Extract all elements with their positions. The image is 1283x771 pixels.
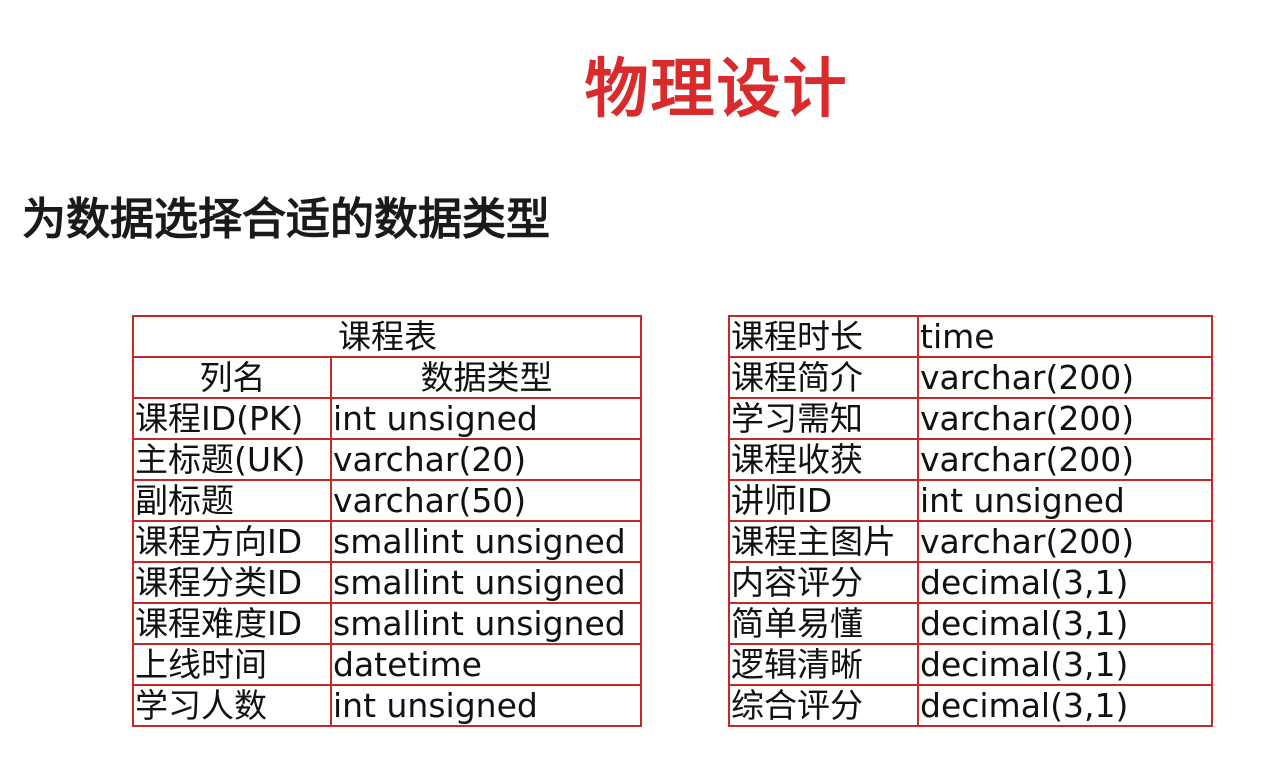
column-header-type: 数据类型 [330,356,642,399]
table-row: 课程时长 time [728,315,1213,358]
table-row: 简单易懂 decimal(3,1) [728,602,1213,645]
data-type-cell: datetime [330,643,642,686]
course-table-right: 课程时长 time 课程简介 varchar(200) 学习需知 varchar(200)… [728,315,1213,727]
table-row: 副标题 varchar(50) [132,479,642,522]
column-name-cell: 讲师ID [728,479,919,522]
column-name-cell: 上线时间 [132,643,332,686]
data-type-cell: smallint unsigned [330,602,642,645]
column-name-cell: 简单易懂 [728,602,919,645]
column-name-cell: 课程收获 [728,438,919,481]
column-name-cell: 学习人数 [132,684,332,727]
data-type-cell: varchar(200) [917,397,1213,440]
table-row: 内容评分 decimal(3,1) [728,561,1213,604]
column-name-cell: 逻辑清晰 [728,643,919,686]
table-caption: 课程表 [132,315,642,358]
column-name-cell: 课程分类ID [132,561,332,604]
table-row: 学习人数 int unsigned [132,684,642,727]
column-name-cell: 课程时长 [728,315,919,358]
table-row: 学习需知 varchar(200) [728,397,1213,440]
data-type-cell: int unsigned [330,684,642,727]
column-name-cell: 副标题 [132,479,332,522]
column-name-cell: 综合评分 [728,684,919,727]
column-name-cell: 课程方向ID [132,520,332,563]
table-row: 综合评分 decimal(3,1) [728,684,1213,727]
course-table-left: 课程表 列名 数据类型 课程ID(PK) int unsigned 主标题(UK) v… [132,315,642,727]
table-caption-row: 课程表 [132,315,642,358]
data-type-cell: decimal(3,1) [917,602,1213,645]
table-row: 课程主图片 varchar(200) [728,520,1213,563]
data-type-cell: varchar(200) [917,438,1213,481]
column-name-cell: 内容评分 [728,561,919,604]
column-name-cell: 主标题(UK) [132,438,332,481]
data-type-cell: varchar(200) [917,520,1213,563]
column-name-cell: 课程主图片 [728,520,919,563]
table-header-row: 列名 数据类型 [132,356,642,399]
data-type-cell: time [917,315,1213,358]
table-row: 逻辑清晰 decimal(3,1) [728,643,1213,686]
data-type-cell: varchar(20) [330,438,642,481]
section-subtitle: 为数据选择合适的数据类型 [22,194,550,245]
table-row: 课程分类ID smallint unsigned [132,561,642,604]
page-title: 物理设计 [584,53,849,127]
table-row: 课程难度ID smallint unsigned [132,602,642,645]
table-row: 主标题(UK) varchar(20) [132,438,642,481]
column-name-cell: 课程简介 [728,356,919,399]
table-row: 讲师ID int unsigned [728,479,1213,522]
table-row: 课程方向ID smallint unsigned [132,520,642,563]
data-type-cell: varchar(50) [330,479,642,522]
data-type-cell: decimal(3,1) [917,643,1213,686]
table-row: 课程简介 varchar(200) [728,356,1213,399]
column-header-name: 列名 [132,356,332,399]
column-name-cell: 课程ID(PK) [132,397,332,440]
data-type-cell: int unsigned [917,479,1213,522]
column-name-cell: 学习需知 [728,397,919,440]
data-type-cell: int unsigned [330,397,642,440]
data-type-cell: smallint unsigned [330,561,642,604]
column-name-cell: 课程难度ID [132,602,332,645]
data-type-cell: varchar(200) [917,356,1213,399]
table-row: 课程收获 varchar(200) [728,438,1213,481]
data-type-cell: smallint unsigned [330,520,642,563]
table-row: 上线时间 datetime [132,643,642,686]
table-row: 课程ID(PK) int unsigned [132,397,642,440]
data-type-cell: decimal(3,1) [917,561,1213,604]
data-type-cell: decimal(3,1) [917,684,1213,727]
